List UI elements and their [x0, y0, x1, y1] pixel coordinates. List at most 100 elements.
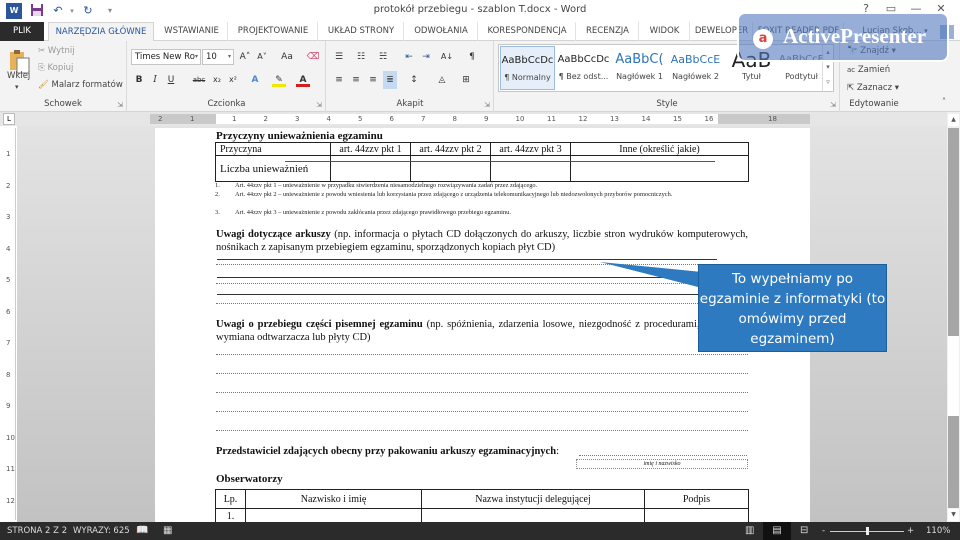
macro-icon[interactable]: ▦	[163, 522, 172, 540]
dotted-line	[216, 373, 748, 374]
ruler-number: 11	[6, 465, 15, 473]
paste-dropdown-icon[interactable]: ▾	[15, 83, 19, 91]
clipboard-group: Wklej ▾ ✂ Wytnij ⎘ Kopiuj 🖌 Malarz forma…	[0, 41, 127, 112]
font-launcher-icon[interactable]: ⇲	[316, 101, 322, 109]
styles-label: Style	[656, 99, 678, 109]
ruler-number: 7	[6, 339, 11, 347]
shading-icon[interactable]: ◬	[435, 73, 449, 87]
line-spacing-icon[interactable]: ↕	[407, 73, 421, 87]
font-color-icon[interactable]: A	[296, 73, 310, 87]
increase-indent-icon[interactable]: ⇥	[419, 50, 433, 64]
font-name-select[interactable]: Times New Ro ▾	[131, 49, 201, 65]
read-mode-icon[interactable]: ▥	[745, 522, 754, 540]
tab-selector[interactable]: L	[3, 113, 15, 125]
clear-formatting-icon[interactable]: ⌫	[306, 50, 320, 64]
ruler-number: 9	[6, 402, 11, 410]
numbering-icon[interactable]: ☷	[354, 50, 368, 64]
scroll-down-icon[interactable]: ▼	[948, 509, 959, 521]
paste-button[interactable]: Wklej	[7, 71, 30, 81]
zoom-in-button[interactable]: +	[907, 522, 914, 540]
borders-icon[interactable]: ⊞	[459, 73, 473, 87]
tab-home[interactable]: NARZĘDZIA GŁÓWNE	[48, 22, 154, 42]
zoom-out-button[interactable]: -	[822, 522, 825, 540]
zoom-level[interactable]: 110%	[926, 522, 950, 540]
paste-icon[interactable]	[8, 49, 30, 74]
ruler-bar[interactable]: 2 1 1 2 3 4 5 6 7 8 9 10 11 12 13 14 15 16 18	[150, 114, 810, 124]
replace-button[interactable]: ac Zamień	[847, 65, 890, 75]
ruler-number: 2	[263, 115, 268, 123]
scroll-up-icon[interactable]: ▲	[948, 114, 959, 126]
align-center-icon[interactable]: ≡	[349, 73, 363, 87]
vertical-ruler[interactable]: 1 2 3 4 5 6 7 8 9 10 11 12	[4, 128, 16, 520]
multilevel-list-icon[interactable]: ☵	[376, 50, 390, 64]
tab-view[interactable]: WIDOK	[640, 22, 690, 41]
tab-design[interactable]: PROJEKTOWANIE	[229, 22, 318, 41]
style-heading-2[interactable]: AaBbCcE Nagłówek 2	[668, 46, 723, 90]
styles-launcher-icon[interactable]: ⇲	[830, 101, 836, 109]
bold-button[interactable]: B	[132, 73, 146, 87]
table-header-cell: Nazwa instytucji delegującej	[421, 489, 645, 509]
grow-font-button[interactable]: A˄	[238, 50, 252, 64]
table-cell[interactable]	[490, 155, 571, 182]
vertical-scrollbar[interactable]: ▲ ▼	[947, 112, 960, 522]
scroll-thumb[interactable]	[948, 336, 959, 416]
sort-icon[interactable]: A↓	[440, 50, 454, 64]
underline-button[interactable]: U	[164, 73, 178, 87]
align-right-icon[interactable]: ≡	[366, 73, 380, 87]
collapse-ribbon-icon[interactable]: ˄	[942, 97, 946, 106]
tab-insert[interactable]: WSTAWIANIE	[156, 22, 228, 41]
italic-button[interactable]: I	[148, 73, 162, 87]
page-count[interactable]: STRONA 2 Z 2	[7, 522, 67, 540]
subscript-button[interactable]: x₂	[210, 73, 224, 87]
table-cell[interactable]	[570, 155, 749, 182]
table-cell[interactable]	[330, 155, 411, 182]
align-left-icon[interactable]: ≡	[332, 73, 346, 87]
cut-button[interactable]: ✂ Wytnij	[38, 46, 75, 56]
replace-icon: ac	[847, 66, 856, 74]
zoom-slider-thumb[interactable]	[866, 527, 869, 535]
format-painter-button[interactable]: 🖌 Malarz formatów	[38, 80, 123, 90]
ruler-number: 2	[6, 181, 11, 190]
justify-icon[interactable]: ≣	[383, 71, 397, 89]
clipboard-launcher-icon[interactable]: ⇲	[117, 101, 123, 109]
ruler-number: 10	[515, 115, 525, 123]
tab-file[interactable]: PLIK	[0, 22, 44, 41]
ruler-number: 5	[6, 276, 11, 284]
word-count[interactable]: WYRAZY: 625	[73, 522, 130, 540]
proofing-icon[interactable]: 📖	[136, 522, 148, 540]
watermark-text: ActivePresenter	[783, 24, 927, 48]
select-button[interactable]: ⇱ Zaznacz ▾	[847, 83, 899, 93]
web-layout-icon[interactable]: ⊟	[800, 522, 808, 540]
style-normal[interactable]: AaBbCcDc ¶ Normalny	[500, 46, 555, 90]
change-case-button[interactable]: Aa	[275, 50, 299, 64]
strikethrough-button[interactable]: abc	[190, 73, 208, 87]
representative-line: Przedstawiciel zdających obecny przy pak…	[216, 446, 559, 457]
callout-note: To wypełniamy po egzaminie z informatyki…	[698, 264, 887, 352]
dotted-line	[216, 303, 748, 304]
print-layout-icon[interactable]: ▤	[763, 522, 791, 540]
heading-invalidations: Przyczyny unieważnienia egzaminu	[216, 130, 383, 142]
tab-mailings[interactable]: KORESPONDENCJA	[479, 22, 576, 41]
dotted-line	[216, 392, 748, 393]
decrease-indent-icon[interactable]: ⇤	[402, 50, 416, 64]
paragraph-launcher-icon[interactable]: ⇲	[484, 101, 490, 109]
style-no-spacing[interactable]: AaBbCcDc ¶ Bez odst...	[556, 46, 611, 90]
bullets-icon[interactable]: ☰	[332, 50, 346, 64]
tab-review[interactable]: RECENZJA	[577, 22, 639, 41]
tab-references[interactable]: ODWOŁANIA	[405, 22, 478, 41]
tab-layout[interactable]: UKŁAD STRONY	[319, 22, 404, 41]
ruler-number: 18	[768, 115, 777, 123]
dotted-line	[216, 430, 748, 431]
ruler-number: 1	[190, 115, 195, 123]
shrink-font-button[interactable]: A˅	[255, 50, 269, 64]
highlight-color-icon[interactable]: ✎	[272, 73, 286, 87]
copy-button[interactable]: ⎘ Kopiuj	[38, 63, 73, 73]
ruler-number: 13	[610, 115, 619, 123]
show-formatting-button[interactable]: ¶	[465, 50, 479, 64]
callout-pointer	[600, 262, 702, 288]
text-effects-icon[interactable]: A	[248, 73, 262, 87]
superscript-button[interactable]: x²	[226, 73, 240, 87]
style-heading-1[interactable]: AaBbC(Nagłówek 1	[612, 46, 667, 90]
font-size-select[interactable]: 10 ▾	[202, 49, 234, 65]
table-cell[interactable]	[410, 155, 491, 182]
